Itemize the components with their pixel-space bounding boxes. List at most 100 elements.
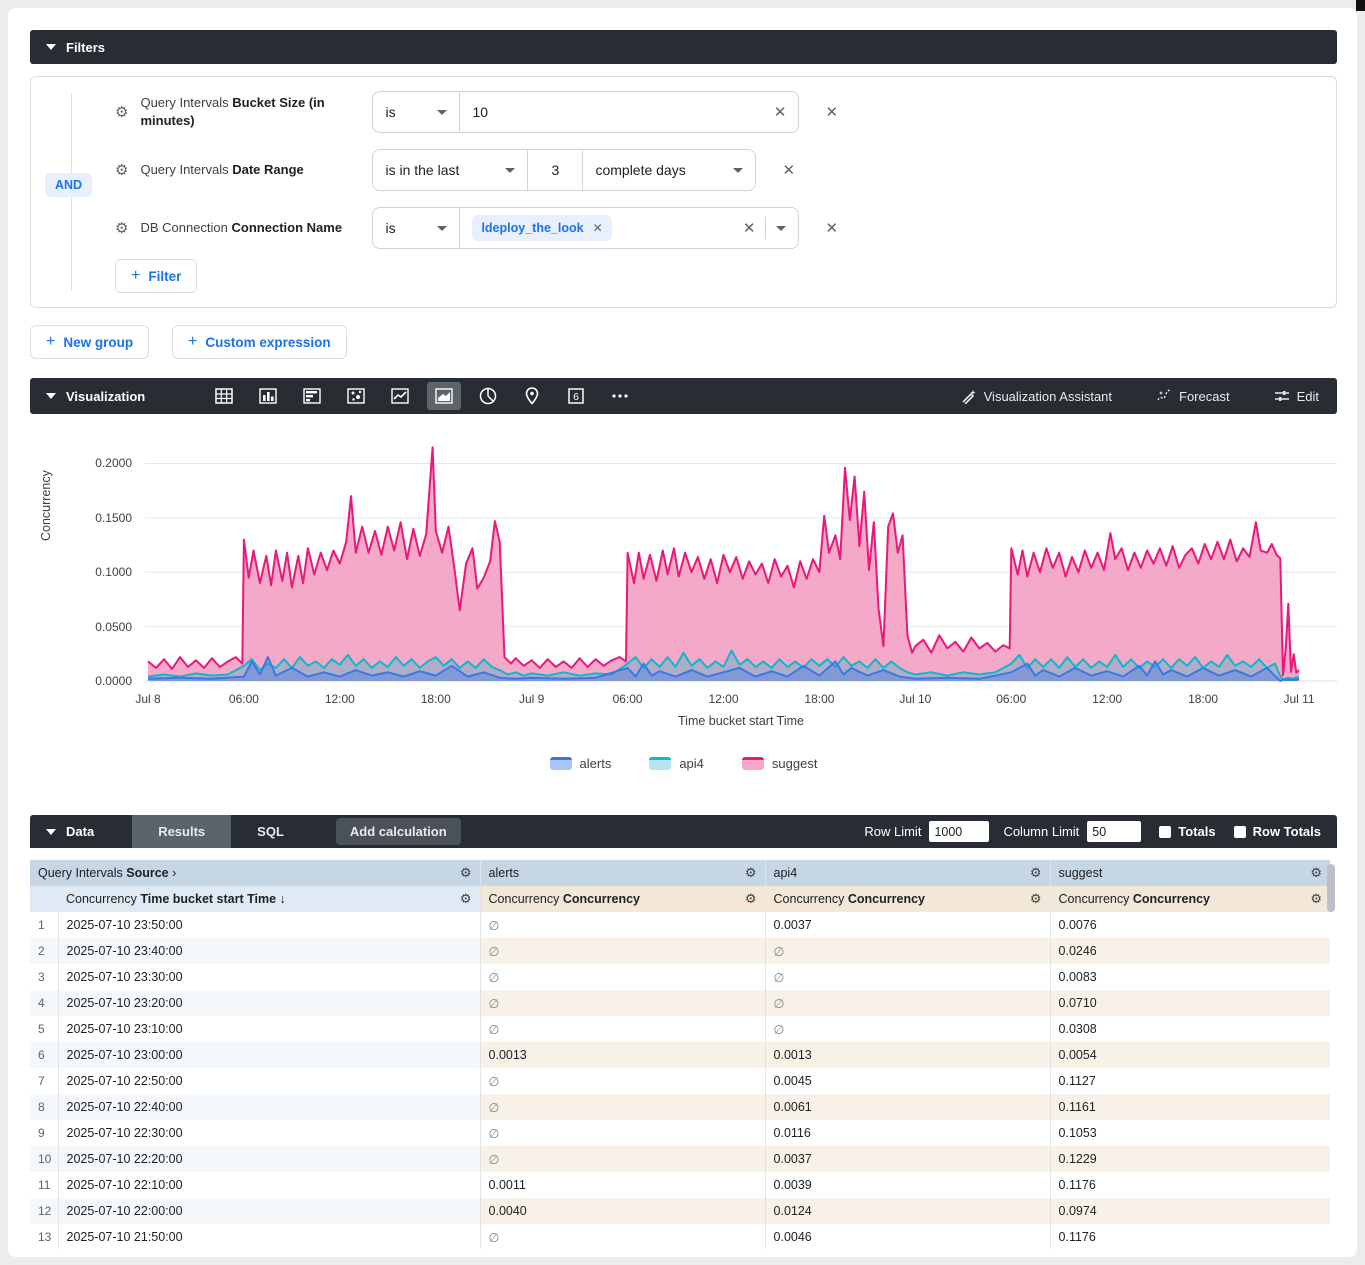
value-cell[interactable]: 0.0046 bbox=[765, 1224, 1050, 1249]
time-cell[interactable]: 2025-07-10 22:40:00 bbox=[58, 1094, 480, 1120]
visualization-assistant-button[interactable]: Visualization Assistant bbox=[961, 388, 1112, 404]
time-cell[interactable]: 2025-07-10 22:10:00 bbox=[58, 1172, 480, 1198]
value-cell[interactable]: ∅ bbox=[480, 1146, 765, 1172]
value-cell[interactable]: 0.0013 bbox=[765, 1042, 1050, 1068]
forecast-button[interactable]: Forecast bbox=[1156, 388, 1230, 404]
value-cell[interactable]: 0.0037 bbox=[765, 1146, 1050, 1172]
table-scrollbar[interactable] bbox=[1327, 864, 1335, 912]
measure-group-header[interactable]: alerts⚙ bbox=[480, 860, 765, 886]
time-cell[interactable]: 2025-07-10 22:50:00 bbox=[58, 1068, 480, 1094]
line-chart-icon[interactable] bbox=[383, 382, 417, 410]
tab-sql[interactable]: SQL bbox=[231, 815, 310, 848]
value-cell[interactable]: ∅ bbox=[480, 964, 765, 990]
table-icon[interactable] bbox=[207, 382, 241, 410]
legend-item-suggest[interactable]: suggest bbox=[742, 756, 818, 771]
dimension-column-header[interactable]: Concurrency Time bucket start Time ↓⚙ bbox=[30, 886, 480, 912]
more-charts-icon[interactable] bbox=[603, 382, 637, 410]
custom-expression-button[interactable]: + Custom expression bbox=[172, 325, 347, 359]
measure-column-header[interactable]: Concurrency Concurrency⚙ bbox=[1050, 886, 1330, 912]
gear-icon[interactable]: ⚙ bbox=[460, 865, 472, 881]
gear-icon[interactable]: ⚙ bbox=[745, 891, 757, 907]
time-cell[interactable]: 2025-07-10 21:50:00 bbox=[58, 1224, 480, 1249]
value-cell[interactable]: ∅ bbox=[765, 990, 1050, 1016]
pie-chart-icon[interactable] bbox=[471, 382, 505, 410]
bar-chart-icon[interactable] bbox=[295, 382, 329, 410]
legend-item-api4[interactable]: api4 bbox=[649, 756, 704, 771]
measure-column-header[interactable]: Concurrency Concurrency⚙ bbox=[480, 886, 765, 912]
time-cell[interactable]: 2025-07-10 23:10:00 bbox=[58, 1016, 480, 1042]
measure-column-header[interactable]: Concurrency Concurrency⚙ bbox=[765, 886, 1050, 912]
filter-value-chip[interactable]: ldeploy_the_look ✕ bbox=[472, 215, 611, 241]
gear-icon[interactable]: ⚙ bbox=[1030, 891, 1042, 907]
remove-filter-icon[interactable]: ✕ bbox=[825, 103, 838, 121]
gear-icon[interactable]: ⚙ bbox=[745, 865, 757, 881]
time-cell[interactable]: 2025-07-10 22:00:00 bbox=[58, 1198, 480, 1224]
value-cell[interactable]: 0.1127 bbox=[1050, 1068, 1330, 1094]
value-cell[interactable]: ∅ bbox=[480, 990, 765, 1016]
collapse-filters-icon[interactable] bbox=[46, 44, 56, 50]
measure-group-header[interactable]: suggest⚙ bbox=[1050, 860, 1330, 886]
column-limit-input[interactable] bbox=[1087, 821, 1141, 842]
gear-icon[interactable]: ⚙ bbox=[115, 163, 128, 178]
time-cell[interactable]: 2025-07-10 23:30:00 bbox=[58, 964, 480, 990]
collapse-visualization-icon[interactable] bbox=[46, 393, 56, 399]
clear-value-icon[interactable]: ✕ bbox=[774, 103, 787, 121]
row-totals-checkbox[interactable] bbox=[1234, 826, 1246, 838]
value-cell[interactable]: 0.0083 bbox=[1050, 964, 1330, 990]
value-cell[interactable]: 0.0037 bbox=[765, 912, 1050, 938]
time-cell[interactable]: 2025-07-10 23:20:00 bbox=[58, 990, 480, 1016]
add-filter-button[interactable]: + Filter bbox=[115, 259, 197, 293]
value-cell[interactable]: 0.0076 bbox=[1050, 912, 1330, 938]
value-cell[interactable]: ∅ bbox=[765, 1016, 1050, 1042]
gear-icon[interactable]: ⚙ bbox=[1030, 865, 1042, 881]
add-calculation-button[interactable]: Add calculation bbox=[336, 818, 461, 845]
tab-results[interactable]: Results bbox=[132, 815, 231, 848]
value-cell[interactable]: ∅ bbox=[480, 938, 765, 964]
value-cell[interactable]: 0.0061 bbox=[765, 1094, 1050, 1120]
chevron-down-icon[interactable] bbox=[776, 226, 786, 231]
time-cell[interactable]: 2025-07-10 23:00:00 bbox=[58, 1042, 480, 1068]
collapse-data-icon[interactable] bbox=[46, 829, 56, 835]
value-cell[interactable]: 0.1176 bbox=[1050, 1172, 1330, 1198]
gear-icon[interactable]: ⚙ bbox=[1310, 891, 1322, 907]
legend-item-alerts[interactable]: alerts bbox=[550, 756, 612, 771]
value-cell[interactable]: 0.1176 bbox=[1050, 1224, 1330, 1249]
value-cell[interactable]: 0.0124 bbox=[765, 1198, 1050, 1224]
value-cell[interactable]: 0.1229 bbox=[1050, 1146, 1330, 1172]
filter-value-input[interactable]: 10 ✕ bbox=[459, 92, 798, 132]
value-cell[interactable]: ∅ bbox=[480, 1094, 765, 1120]
value-cell[interactable]: 0.0116 bbox=[765, 1120, 1050, 1146]
gear-icon[interactable]: ⚙ bbox=[115, 105, 128, 120]
time-cell[interactable]: 2025-07-10 22:20:00 bbox=[58, 1146, 480, 1172]
measure-group-header[interactable]: api4⚙ bbox=[765, 860, 1050, 886]
filter-operator-select[interactable]: is bbox=[373, 92, 459, 132]
time-cell[interactable]: 2025-07-10 23:50:00 bbox=[58, 912, 480, 938]
value-cell[interactable]: 0.0011 bbox=[480, 1172, 765, 1198]
value-cell[interactable]: 0.1161 bbox=[1050, 1094, 1330, 1120]
value-cell[interactable]: 0.0040 bbox=[480, 1198, 765, 1224]
value-cell[interactable]: ∅ bbox=[480, 912, 765, 938]
gear-icon[interactable]: ⚙ bbox=[460, 891, 472, 907]
value-cell[interactable]: 0.0246 bbox=[1050, 938, 1330, 964]
edit-visualization-button[interactable]: Edit bbox=[1274, 388, 1319, 404]
value-cell[interactable]: 0.0054 bbox=[1050, 1042, 1330, 1068]
single-value-icon[interactable]: 6 bbox=[559, 382, 593, 410]
map-chart-icon[interactable] bbox=[515, 382, 549, 410]
value-cell[interactable]: 0.0974 bbox=[1050, 1198, 1330, 1224]
value-cell[interactable]: ∅ bbox=[765, 938, 1050, 964]
value-cell[interactable]: ∅ bbox=[765, 964, 1050, 990]
column-chart-icon[interactable] bbox=[251, 382, 285, 410]
filters-section-header[interactable]: Filters bbox=[30, 30, 1337, 64]
filter-operator-select[interactable]: is bbox=[373, 208, 459, 248]
filter-amount-input[interactable]: 3 bbox=[527, 150, 582, 190]
remove-filter-icon[interactable]: ✕ bbox=[825, 219, 838, 237]
scatter-chart-icon[interactable] bbox=[339, 382, 373, 410]
value-cell[interactable]: ∅ bbox=[480, 1016, 765, 1042]
remove-filter-icon[interactable]: ✕ bbox=[782, 161, 795, 179]
time-cell[interactable]: 2025-07-10 23:40:00 bbox=[58, 938, 480, 964]
filter-unit-select[interactable]: complete days bbox=[582, 150, 755, 190]
filter-group-operator-badge[interactable]: AND bbox=[45, 173, 92, 197]
area-chart-plot[interactable] bbox=[145, 432, 1337, 684]
dimension-group-header[interactable]: Query Intervals Source ›⚙ bbox=[30, 860, 480, 886]
value-cell[interactable]: 0.0710 bbox=[1050, 990, 1330, 1016]
